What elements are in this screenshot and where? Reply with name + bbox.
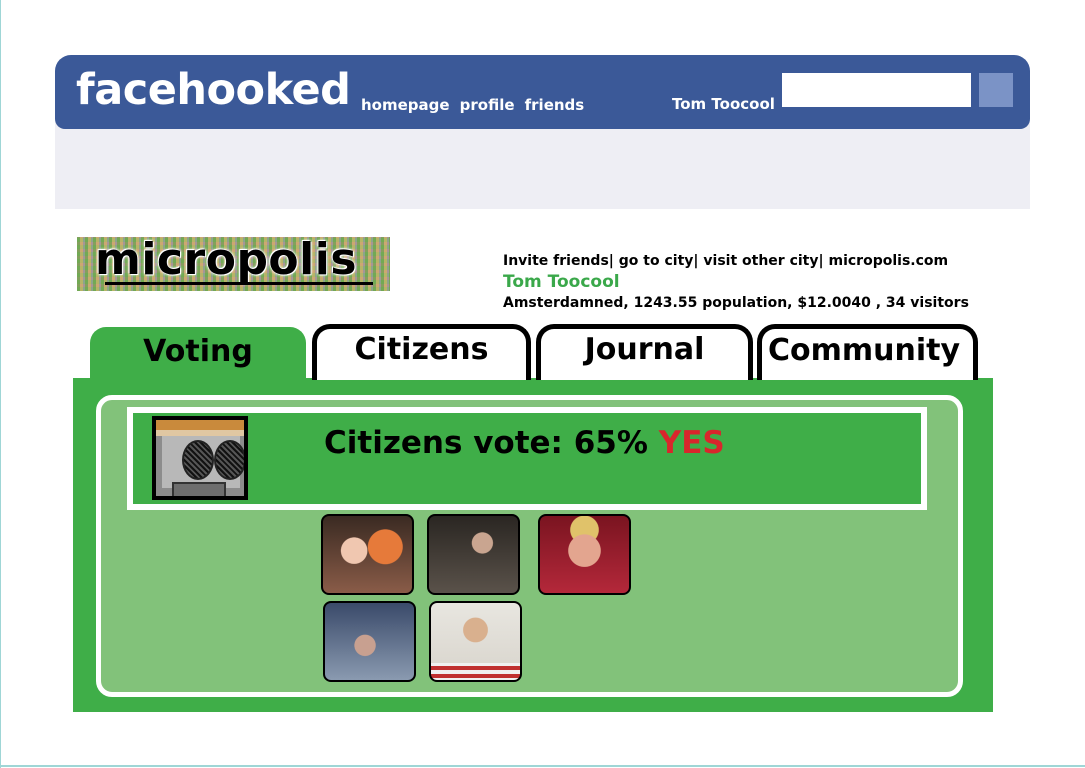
site-logo[interactable]: facehooked xyxy=(76,69,351,112)
tab-voting[interactable]: Voting xyxy=(90,327,306,382)
tab-journal[interactable]: Journal xyxy=(536,324,753,380)
nav-profile-link[interactable]: profile xyxy=(460,96,515,114)
link-separator: | xyxy=(693,253,704,269)
frame-bottom-line xyxy=(0,765,1085,767)
advisor-robot-icon xyxy=(152,416,248,500)
city-stats: Amsterdamned, 1243.55 population, $12.00… xyxy=(503,295,969,311)
icon-base xyxy=(172,482,226,496)
icon-right-eye xyxy=(214,440,244,480)
search-button[interactable] xyxy=(979,73,1013,107)
vote-result-yes: YES xyxy=(658,425,725,461)
logo-underline xyxy=(105,282,373,285)
vote-result-text: Citizens vote: 65% YES xyxy=(324,428,725,459)
tab-journal-label: Journal xyxy=(584,332,705,367)
top-nav: homepage profile friends xyxy=(361,95,589,114)
frame-left-line xyxy=(0,0,1,768)
tab-community-label: Community xyxy=(768,333,961,368)
tab-community[interactable]: Community xyxy=(757,324,978,380)
citizen-photo[interactable] xyxy=(323,601,416,682)
go-to-city-link[interactable]: go to city xyxy=(619,253,694,269)
invite-friends-link[interactable]: Invite friends xyxy=(503,253,609,269)
citizen-photo[interactable] xyxy=(538,514,631,595)
app-links: Invite friends| go to city| visit other … xyxy=(503,250,969,269)
search-input[interactable] xyxy=(782,73,971,107)
city-user-name[interactable]: Tom Toocool xyxy=(503,272,969,292)
tab-citizens-label: Citizens xyxy=(354,332,489,367)
citizen-photo[interactable] xyxy=(427,514,520,595)
icon-band xyxy=(156,420,244,430)
citizen-photo[interactable] xyxy=(429,601,522,682)
link-separator: | xyxy=(608,253,619,269)
vote-prefix: Citizens vote: 65% xyxy=(324,425,648,461)
header-user-name[interactable]: Tom Toocool xyxy=(672,95,775,113)
header-subbar xyxy=(55,122,1030,209)
nav-homepage-link[interactable]: homepage xyxy=(361,96,450,114)
icon-left-eye xyxy=(182,440,214,480)
tab-voting-label: Voting xyxy=(143,334,253,369)
micropolis-logo-text: micropolis xyxy=(95,237,358,285)
citizen-photo[interactable] xyxy=(321,514,414,595)
nav-friends-link[interactable]: friends xyxy=(525,96,585,114)
city-info: Invite friends| go to city| visit other … xyxy=(503,250,969,311)
link-separator: | xyxy=(818,253,829,269)
top-bar: facehooked homepage profile friends Tom … xyxy=(55,55,1030,129)
micropolis-com-link[interactable]: micropolis.com xyxy=(829,253,949,269)
visit-other-city-link[interactable]: visit other city xyxy=(703,253,818,269)
tab-citizens[interactable]: Citizens xyxy=(312,324,531,380)
micropolis-logo: micropolis xyxy=(77,237,390,291)
